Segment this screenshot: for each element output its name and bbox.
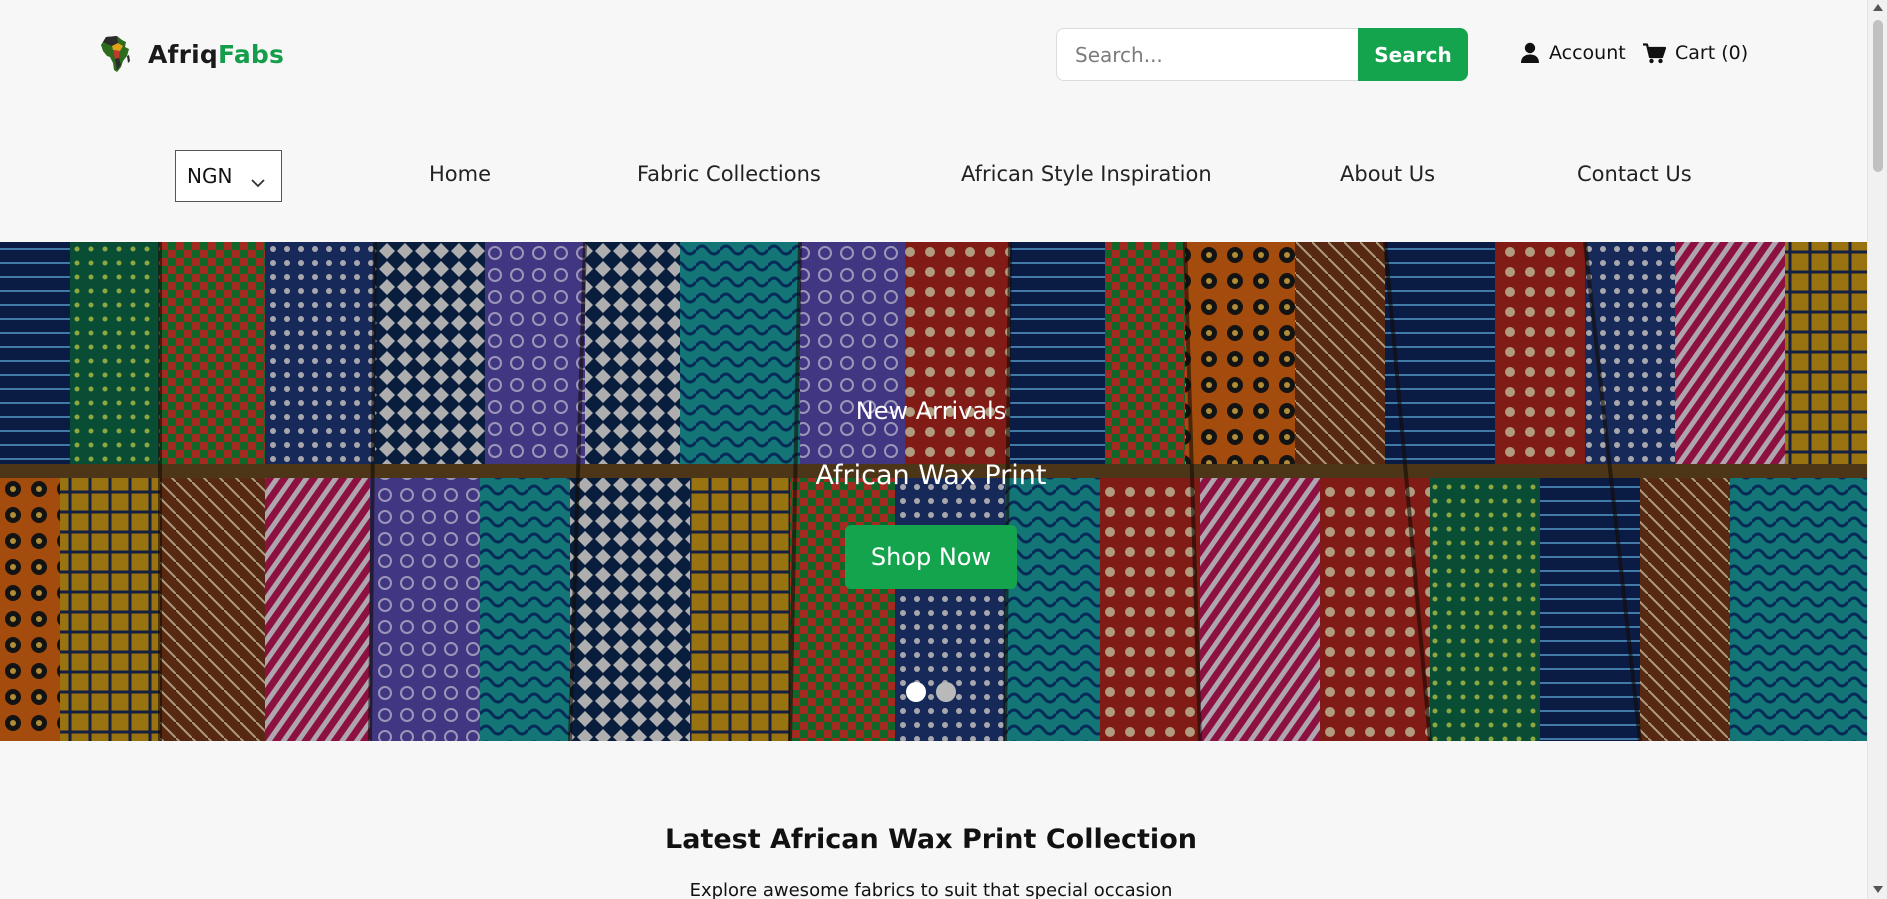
nav-item-about-us[interactable]: About Us xyxy=(1340,162,1435,186)
search-bar: Search xyxy=(1056,28,1468,81)
carousel-dot-2[interactable] xyxy=(936,682,956,702)
currency-value: NGN xyxy=(187,164,233,188)
hero-overlay xyxy=(0,242,1867,741)
hero-title: African Wax Print xyxy=(815,460,1047,491)
logo-text-part2: Fabs xyxy=(218,39,285,69)
user-icon xyxy=(1520,42,1540,64)
logo-text: AfriqFabs xyxy=(148,40,284,69)
scrollbar-thumb[interactable] xyxy=(1873,20,1883,172)
hero-carousel: New Arrivals African Wax Print Shop Now xyxy=(0,242,1867,741)
currency-select[interactable]: NGN xyxy=(175,150,282,202)
cart-link[interactable]: Cart (0) xyxy=(1643,42,1748,64)
page: AfriqFabs Search Account xyxy=(0,0,1867,899)
cart-icon xyxy=(1643,42,1666,64)
nav-item-home[interactable]: Home xyxy=(429,162,491,186)
search-input[interactable] xyxy=(1056,28,1358,81)
scroll-up-icon[interactable] xyxy=(1873,4,1883,11)
account-link[interactable]: Account xyxy=(1520,42,1626,64)
nav-item-contact-us[interactable]: Contact Us xyxy=(1577,162,1692,186)
page-scrollbar[interactable] xyxy=(1867,0,1887,899)
africa-map-icon xyxy=(98,34,134,74)
scroll-down-icon[interactable] xyxy=(1873,886,1883,893)
chevron-down-icon xyxy=(251,169,265,193)
carousel-dot-1[interactable] xyxy=(906,682,926,702)
shop-now-button[interactable]: Shop Now xyxy=(845,525,1017,589)
site-header: AfriqFabs Search Account xyxy=(0,0,1867,242)
hero-subtitle: New Arrivals xyxy=(855,397,1007,425)
account-label: Account xyxy=(1549,42,1626,64)
nav-item-african-style-inspiration[interactable]: African Style Inspiration xyxy=(961,162,1212,186)
section-title: Latest African Wax Print Collection xyxy=(665,824,1197,855)
cart-label: Cart (0) xyxy=(1675,42,1749,64)
section-subtitle: Explore awesome fabrics to suit that spe… xyxy=(689,880,1173,899)
logo-link[interactable]: AfriqFabs xyxy=(98,34,284,74)
search-button[interactable]: Search xyxy=(1358,28,1468,81)
nav-item-fabric-collections[interactable]: Fabric Collections xyxy=(637,162,821,186)
logo-text-part1: Afriq xyxy=(148,39,219,69)
